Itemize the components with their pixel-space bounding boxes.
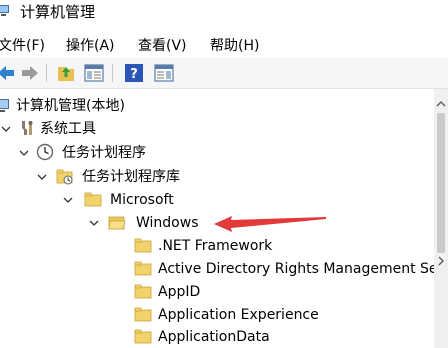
computer-management-icon xyxy=(0,5,9,16)
svg-text:?: ? xyxy=(130,67,138,82)
help-icon[interactable]: ? xyxy=(124,63,144,83)
computer-management-icon xyxy=(0,99,9,112)
console-tree: 计算机管理(本地) 系统工具 任务计划程序 任务计划程序库 Microsoft … xyxy=(0,89,434,348)
tree-item-label: .NET Framework xyxy=(158,238,273,254)
vertical-scrollbar[interactable] xyxy=(434,89,448,348)
folder-icon xyxy=(134,238,152,253)
scroll-right-icon[interactable] xyxy=(436,255,446,267)
tree-item-label: 任务计划程序 xyxy=(62,145,146,161)
show-hide-tree-icon[interactable] xyxy=(84,63,104,83)
system-tools-icon xyxy=(22,121,33,135)
library-folder-icon xyxy=(56,169,73,185)
tree-item-label: Windows xyxy=(136,215,199,231)
open-folder-icon xyxy=(108,216,126,230)
folder-icon xyxy=(134,307,152,322)
chevron-down-icon[interactable] xyxy=(1,124,11,134)
folder-icon xyxy=(84,192,102,207)
toolbar: ? xyxy=(0,58,448,89)
toolbar-separator xyxy=(46,64,47,82)
tree-item-label: 系统工具 xyxy=(40,121,96,137)
tree-item-label: AppID xyxy=(158,284,201,300)
chevron-down-icon[interactable] xyxy=(19,148,29,158)
tree-item-label: 计算机管理(本地) xyxy=(16,98,125,114)
chevron-down-icon[interactable] xyxy=(89,218,99,228)
menu-help[interactable]: 帮助(H) xyxy=(210,36,259,56)
folder-icon xyxy=(134,284,152,299)
clock-icon xyxy=(36,143,54,161)
up-folder-icon[interactable] xyxy=(56,63,76,83)
tree-item-label: ApplicationData xyxy=(158,329,270,345)
folder-icon xyxy=(134,261,152,276)
forward-arrow-icon[interactable] xyxy=(20,63,40,83)
menu-view[interactable]: 查看(V) xyxy=(138,36,187,56)
chevron-down-icon[interactable] xyxy=(63,195,73,205)
chevron-down-icon[interactable] xyxy=(37,172,47,182)
menu-bar: 文件(F) 操作(A) 查看(V) 帮助(H) xyxy=(0,34,448,58)
scroll-up-icon[interactable] xyxy=(435,99,447,109)
action-pane-icon[interactable] xyxy=(154,63,174,83)
tree-item-label: Microsoft xyxy=(110,192,174,208)
toolbar-separator xyxy=(112,64,113,82)
tree-item-label: 任务计划程序库 xyxy=(82,169,180,185)
scroll-thumb[interactable] xyxy=(437,113,445,253)
folder-icon xyxy=(134,329,152,344)
menu-file[interactable]: 文件(F) xyxy=(0,36,45,56)
menu-action[interactable]: 操作(A) xyxy=(66,36,115,56)
title-bar: 计算机管理 xyxy=(0,0,448,34)
tree-item-label: Active Directory Rights Management Servi… xyxy=(158,261,434,277)
window-title: 计算机管理 xyxy=(20,3,96,21)
back-arrow-icon[interactable] xyxy=(0,63,16,83)
tree-item-label: Application Experience xyxy=(158,307,319,323)
